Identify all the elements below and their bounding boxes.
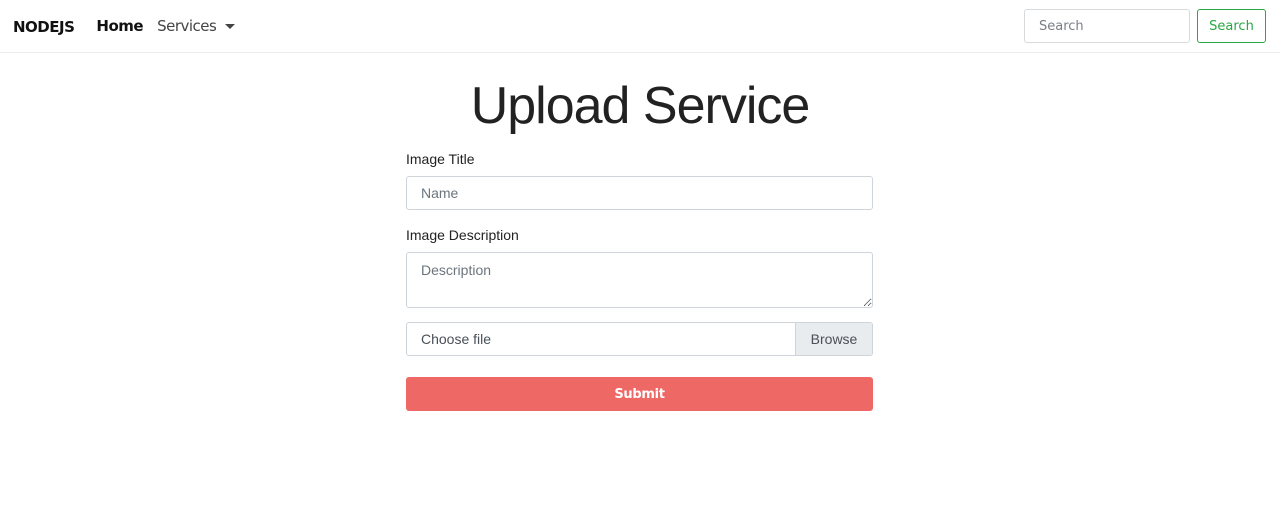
image-title-input[interactable] — [406, 176, 873, 210]
search-input[interactable] — [1024, 9, 1190, 43]
submit-button[interactable]: Submit — [406, 377, 873, 411]
brand-logo[interactable]: NODEJS — [13, 18, 75, 36]
search-button[interactable]: Search — [1197, 9, 1266, 43]
caret-down-icon — [225, 23, 236, 29]
browse-button[interactable]: Browse — [795, 323, 872, 355]
image-title-label: Image Title — [406, 151, 475, 167]
nav-link-home-label: Home — [96, 17, 144, 35]
file-chooser-label: Choose file — [421, 331, 492, 347]
image-description-label: Image Description — [406, 227, 519, 243]
nav-link-home[interactable]: Home — [96, 17, 143, 35]
image-description-input[interactable] — [406, 252, 873, 308]
search-form: Search — [1024, 9, 1266, 43]
nav-dropdown-services-label: Services — [157, 17, 217, 35]
page-title: Upload Service — [470, 77, 811, 135]
navbar: NODEJS Home Services Search — [0, 0, 1280, 53]
nav-dropdown-services[interactable]: Services — [157, 17, 236, 35]
upload-form: Image Title Image Description Choose fil… — [406, 151, 873, 411]
file-chooser[interactable]: Choose file Browse — [406, 322, 873, 356]
